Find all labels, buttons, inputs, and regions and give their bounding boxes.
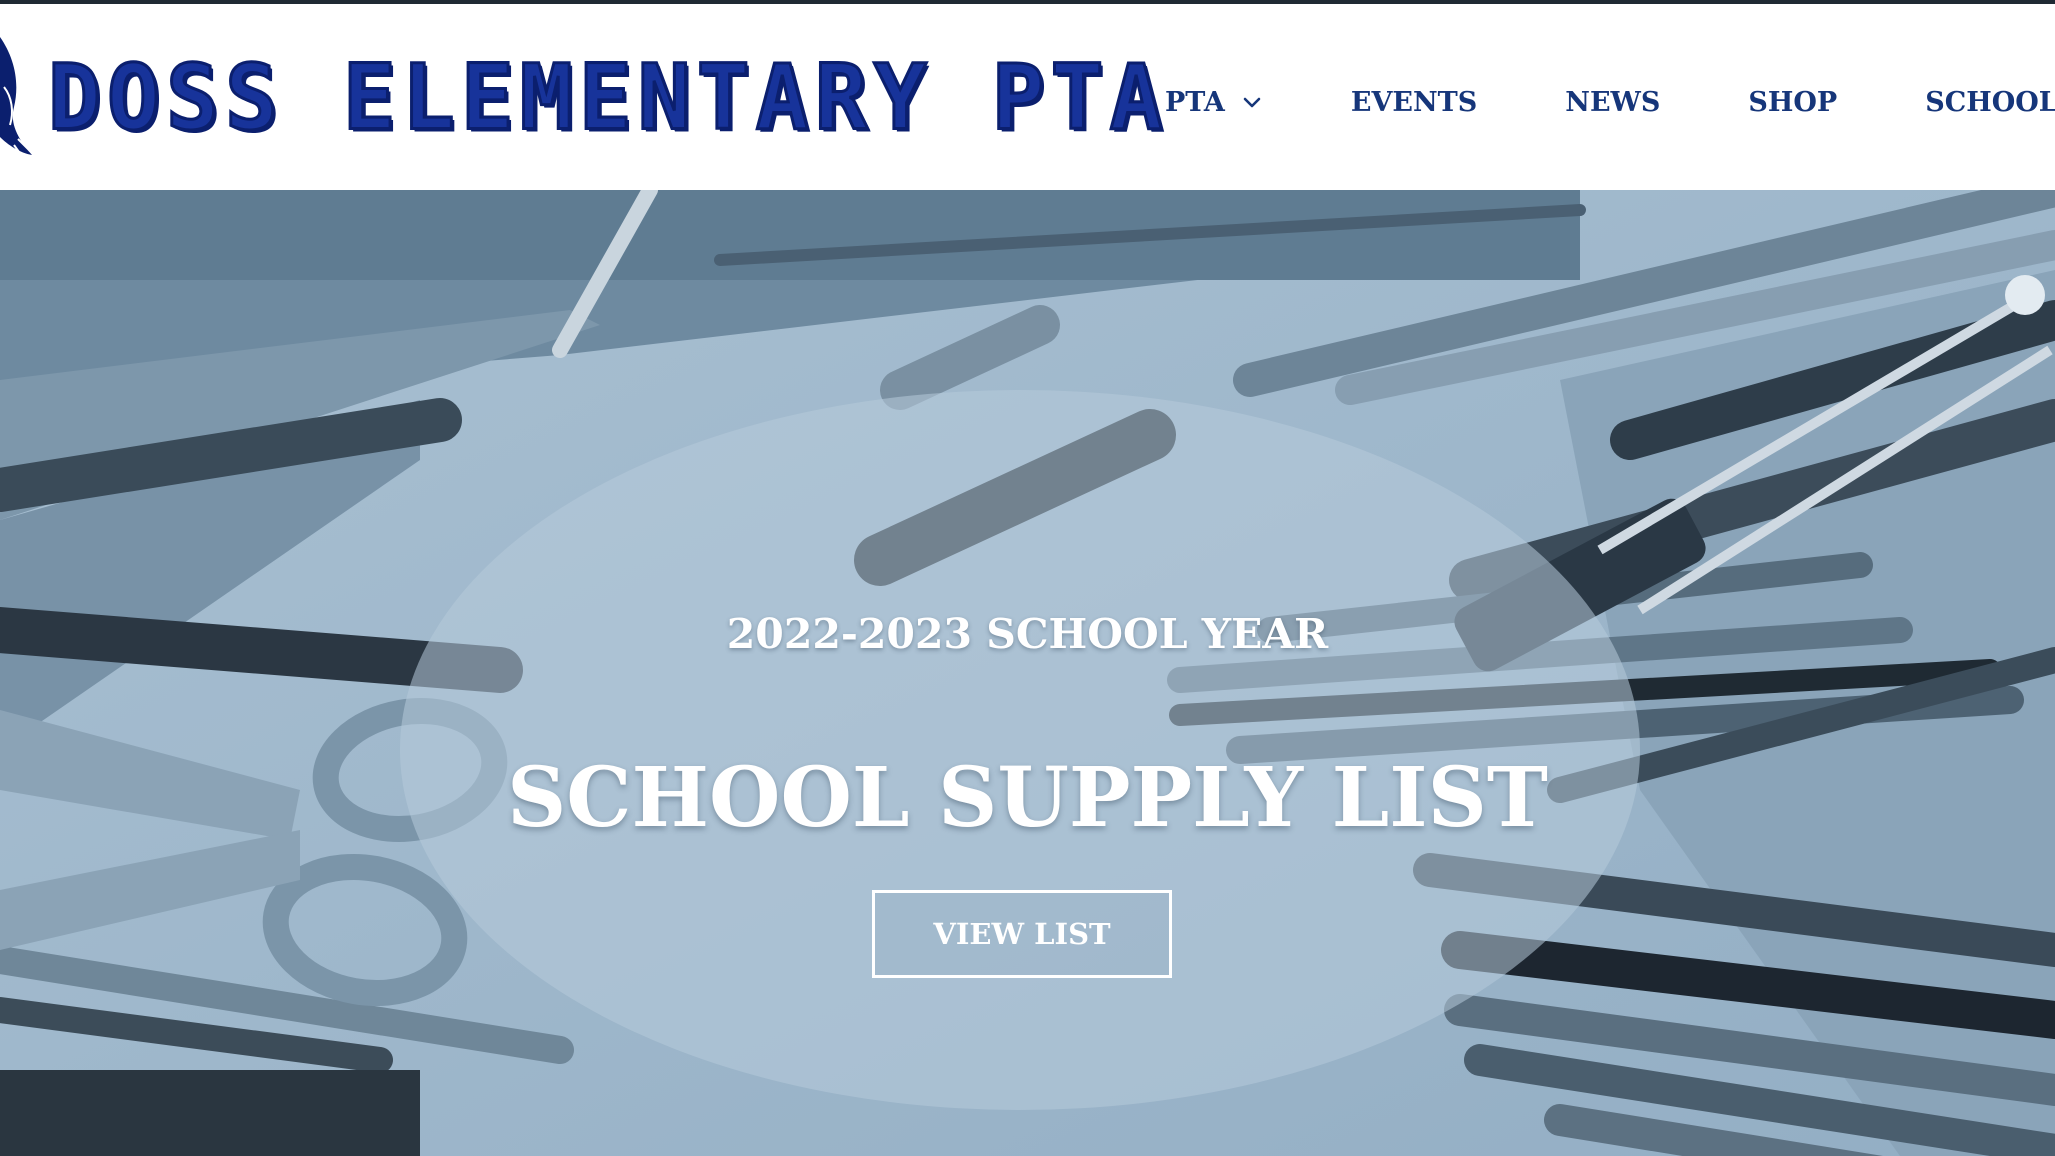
nav-item-school[interactable]: SCHOOL xyxy=(1925,87,2055,118)
nav-item-pta[interactable]: PTA xyxy=(1165,87,1263,118)
chevron-down-icon xyxy=(1243,97,1261,108)
site-logo[interactable]: DOSS ELEMENTARY PTA xyxy=(0,22,1164,172)
hero-title: SCHOOL SUPPLY LIST xyxy=(507,750,1548,846)
nav-item-news[interactable]: NEWS xyxy=(1565,87,1660,118)
hero-content: 2022-2023 SCHOOL YEAR SCHOOL SUPPLY LIST… xyxy=(0,190,2055,1156)
nav-item-events[interactable]: EVENTS xyxy=(1351,87,1477,118)
hero-subtitle: 2022-2023 SCHOOL YEAR xyxy=(726,610,1329,658)
view-list-button-label: VIEW LIST xyxy=(933,917,1111,951)
view-list-button[interactable]: VIEW LIST xyxy=(872,890,1172,978)
main-navigation: PTA EVENTS NEWS SHOP SCHOOL xyxy=(1165,64,2055,140)
nav-item-label: NEWS xyxy=(1565,86,1661,118)
mascot-icon xyxy=(0,37,32,160)
site-logo-text: DOSS ELEMENTARY PTA xyxy=(47,43,1169,151)
nav-item-label: SHOP xyxy=(1748,86,1838,118)
nav-item-label: PTA xyxy=(1165,86,1225,118)
site-header: DOSS ELEMENTARY PTA PTA EVENTS NEWS SHOP… xyxy=(0,4,2055,190)
nav-item-shop[interactable]: SHOP xyxy=(1748,87,1837,118)
nav-item-label: SCHOOL xyxy=(1925,86,2055,118)
hero-banner: 2022-2023 SCHOOL YEAR SCHOOL SUPPLY LIST… xyxy=(0,190,2055,1156)
nav-item-label: EVENTS xyxy=(1350,86,1478,118)
